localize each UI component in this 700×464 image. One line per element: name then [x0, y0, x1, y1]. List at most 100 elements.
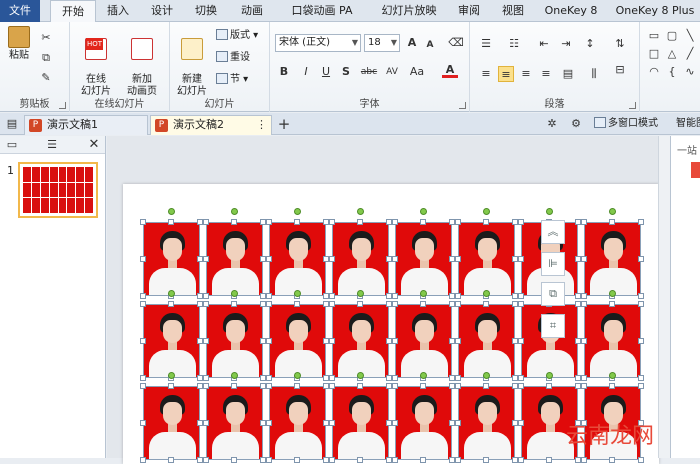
id-photo[interactable]	[395, 222, 452, 296]
resize-handle[interactable]	[168, 301, 174, 307]
add-tab-icon[interactable]: +	[276, 116, 292, 132]
resize-handle[interactable]	[203, 383, 209, 389]
online-slides-button[interactable]: HOT 在线 幻灯片	[76, 26, 116, 98]
id-photo[interactable]	[458, 222, 515, 296]
rotate-handle[interactable]	[420, 290, 427, 297]
rotate-handle[interactable]	[483, 290, 490, 297]
resize-handle[interactable]	[638, 219, 644, 225]
shadow-button[interactable]: S	[338, 64, 354, 80]
resize-handle[interactable]	[638, 301, 644, 307]
increase-indent-icon[interactable]: ⇥	[558, 36, 574, 52]
section-button[interactable]: 节 ▾	[216, 72, 248, 88]
bullets-icon[interactable]: ☰	[478, 36, 494, 52]
rounded-rect-shape-icon[interactable]: ▢	[664, 28, 680, 44]
resize-handle[interactable]	[638, 375, 644, 381]
resize-handle[interactable]	[329, 293, 335, 299]
bracket-shape-icon[interactable]: {	[664, 64, 680, 80]
rect2-shape-icon[interactable]: □	[646, 46, 662, 62]
resize-handle[interactable]	[581, 293, 587, 299]
resize-handle[interactable]	[483, 219, 489, 225]
clipboard-launcher[interactable]	[59, 102, 66, 109]
resize-handle[interactable]	[581, 338, 587, 344]
rotate-handle[interactable]	[168, 208, 175, 215]
resize-handle[interactable]	[455, 338, 461, 344]
id-photo[interactable]	[395, 386, 452, 460]
rotate-handle[interactable]	[294, 290, 301, 297]
resize-handle[interactable]	[203, 293, 209, 299]
magic-icon[interactable]: ✲	[544, 116, 560, 132]
resize-handle[interactable]	[455, 293, 461, 299]
resize-handle[interactable]	[455, 256, 461, 262]
resize-handle[interactable]	[638, 293, 644, 299]
id-photo[interactable]	[206, 222, 263, 296]
resize-handle[interactable]	[140, 219, 146, 225]
align-left-icon[interactable]: ≡	[478, 66, 494, 82]
resize-handle[interactable]	[266, 383, 272, 389]
underline-button[interactable]: U	[318, 64, 334, 80]
slide-thumbnail[interactable]	[18, 162, 98, 218]
id-photo[interactable]	[269, 222, 326, 296]
curve-shape-icon[interactable]: ∿	[682, 64, 698, 80]
change-case-button[interactable]: Aa	[406, 64, 428, 80]
resize-handle[interactable]	[266, 301, 272, 307]
rotate-handle[interactable]	[168, 372, 175, 379]
resize-handle[interactable]	[140, 420, 146, 426]
id-photo[interactable]	[269, 304, 326, 378]
rotate-handle[interactable]	[168, 290, 175, 297]
resize-handle[interactable]	[518, 420, 524, 426]
arrange-icon[interactable]: ⧉	[541, 282, 565, 306]
tab-file[interactable]: 文件	[0, 0, 40, 22]
tab-slideshow[interactable]: 幻灯片放映	[376, 0, 442, 22]
shrink-font-button[interactable]: A	[422, 37, 438, 53]
resize-handle[interactable]	[203, 375, 209, 381]
resize-handle[interactable]	[294, 383, 300, 389]
line-spacing-icon[interactable]: ↕	[582, 36, 598, 52]
resize-handle[interactable]	[518, 375, 524, 381]
resize-handle[interactable]	[203, 256, 209, 262]
resize-handle[interactable]	[231, 383, 237, 389]
rotate-handle[interactable]	[294, 208, 301, 215]
id-photo[interactable]	[458, 386, 515, 460]
justify-icon[interactable]: ≡	[538, 66, 554, 82]
resize-handle[interactable]	[357, 219, 363, 225]
resize-handle[interactable]	[518, 219, 524, 225]
tab-insert[interactable]: 插入	[100, 0, 136, 22]
tab-onekey8-plus[interactable]: OneKey 8 Plus	[612, 0, 698, 22]
line-shape-icon[interactable]: ╲	[682, 28, 698, 44]
resize-handle[interactable]	[140, 256, 146, 262]
resize-handle[interactable]	[455, 301, 461, 307]
italic-button[interactable]: I	[298, 64, 314, 80]
id-photo[interactable]	[584, 222, 641, 296]
resize-handle[interactable]	[420, 383, 426, 389]
resize-handle[interactable]	[329, 256, 335, 262]
resize-handle[interactable]	[392, 293, 398, 299]
decrease-indent-icon[interactable]: ⇤	[536, 36, 552, 52]
resize-handle[interactable]	[294, 219, 300, 225]
rotate-handle[interactable]	[609, 372, 616, 379]
align-center-icon[interactable]: ≡	[498, 66, 514, 82]
resize-handle[interactable]	[266, 219, 272, 225]
resize-handle[interactable]	[420, 219, 426, 225]
id-photo[interactable]	[206, 386, 263, 460]
rotate-handle[interactable]	[294, 372, 301, 379]
close-icon[interactable]: ✕	[86, 137, 102, 153]
smart-panel-button[interactable]: 智能图	[676, 116, 700, 132]
strikethrough-button[interactable]: abc	[358, 64, 380, 80]
numbering-icon[interactable]: ☷	[506, 36, 522, 52]
tab-pocket-animation[interactable]: 口袋动画 PA	[284, 0, 360, 22]
tab-animations[interactable]: 动画	[234, 0, 270, 22]
slides-view-icon[interactable]: ▭	[4, 137, 20, 153]
outline-view-icon[interactable]: ☰	[44, 137, 60, 153]
resize-handle[interactable]	[203, 420, 209, 426]
tab-home[interactable]: 开始	[50, 0, 96, 23]
resize-handle[interactable]	[581, 301, 587, 307]
font-launcher[interactable]	[459, 102, 466, 109]
resize-handle[interactable]	[168, 219, 174, 225]
grow-font-button[interactable]: A	[404, 35, 420, 51]
resize-handle[interactable]	[168, 383, 174, 389]
reset-button[interactable]: 重设	[216, 50, 250, 66]
rectangle-shape-icon[interactable]: ▭	[646, 28, 662, 44]
id-photo[interactable]	[584, 304, 641, 378]
resize-handle[interactable]	[483, 301, 489, 307]
align-icon[interactable]: ⊫	[541, 252, 565, 276]
